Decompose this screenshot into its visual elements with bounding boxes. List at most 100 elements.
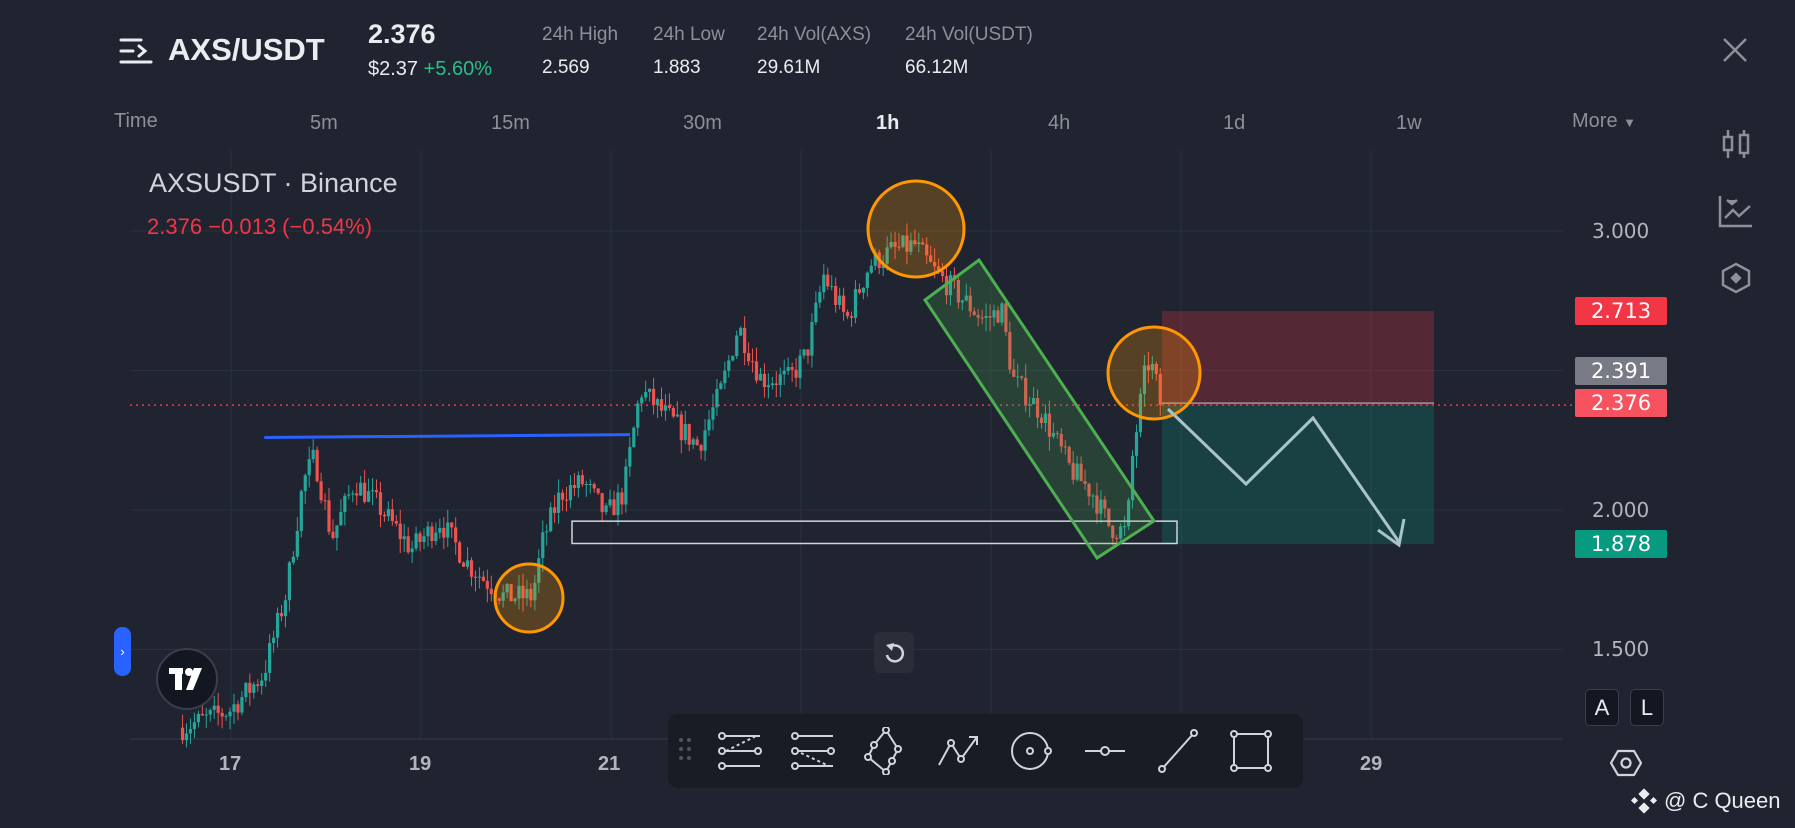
circle-tool-icon[interactable] xyxy=(1007,726,1057,776)
candle xyxy=(374,490,379,493)
target-price-label: 1.878 xyxy=(1575,530,1667,558)
settings-hexagon-icon[interactable] xyxy=(1720,262,1752,299)
candle xyxy=(762,373,767,388)
candle xyxy=(703,430,707,451)
indicator-chart-icon[interactable] xyxy=(1718,194,1754,233)
pair-title[interactable]: AXS/USDT xyxy=(168,32,325,68)
log-scale-button[interactable]: L xyxy=(1630,689,1664,726)
candle xyxy=(232,704,236,712)
candle xyxy=(727,360,731,371)
date-tick: 19 xyxy=(409,753,432,775)
candle xyxy=(549,507,553,532)
stat-value: 66.12M xyxy=(905,57,969,78)
stop-price-label: 2.713 xyxy=(1575,297,1667,325)
candle xyxy=(382,514,387,517)
chart-canvas[interactable] xyxy=(0,150,1575,770)
candle xyxy=(418,533,422,543)
candle xyxy=(220,712,224,717)
candle xyxy=(810,322,814,356)
tab-time[interactable]: Time xyxy=(114,110,158,133)
price-tick: 1.500 xyxy=(1592,637,1650,661)
drag-handle-icon[interactable] xyxy=(678,737,692,766)
candle xyxy=(640,397,644,404)
candle xyxy=(798,355,802,378)
candle xyxy=(739,327,743,336)
tab-1h[interactable]: 1h xyxy=(876,112,899,135)
candle xyxy=(307,459,311,476)
candle xyxy=(541,532,545,559)
candle xyxy=(450,522,454,528)
candle xyxy=(695,439,699,446)
candle xyxy=(671,407,675,417)
tab-4h[interactable]: 4h xyxy=(1048,112,1070,135)
candle xyxy=(252,684,256,693)
tab-1d[interactable]: 1d xyxy=(1223,112,1245,135)
candle xyxy=(438,527,442,533)
close-icon[interactable] xyxy=(1722,37,1748,63)
candle xyxy=(632,427,636,448)
pattern-tool-icon[interactable] xyxy=(861,726,911,776)
candle xyxy=(834,286,838,306)
candle xyxy=(711,407,715,420)
candle xyxy=(271,637,276,644)
take-profit-zone xyxy=(1162,405,1434,545)
tab-30m[interactable]: 30m xyxy=(683,112,722,135)
candle xyxy=(794,369,798,378)
candle xyxy=(553,507,557,513)
price-tick: 2.000 xyxy=(1592,498,1650,522)
date-tick: 21 xyxy=(598,753,621,775)
menu-icon[interactable] xyxy=(119,37,153,65)
parallel-channel-tool-icon[interactable] xyxy=(715,726,765,776)
candle xyxy=(584,484,588,486)
candle xyxy=(216,705,220,713)
candle xyxy=(196,713,200,723)
candlestick-icon[interactable] xyxy=(1720,128,1752,165)
candle xyxy=(841,295,846,312)
candle xyxy=(228,711,232,717)
candle xyxy=(188,729,193,734)
path-arrow-tool-icon[interactable] xyxy=(934,726,984,776)
legend-symbol: AXSUSDT · Binance xyxy=(149,168,398,198)
high-price-label: 2.391 xyxy=(1575,357,1667,385)
last-price-label: 2.376 xyxy=(1575,389,1667,417)
resistance-trendline xyxy=(264,433,631,439)
tab-1w[interactable]: 1w xyxy=(1396,112,1422,135)
rectangle-tool-icon[interactable] xyxy=(1226,726,1276,776)
candle xyxy=(378,492,383,515)
candle xyxy=(291,556,295,563)
tradingview-logo[interactable] xyxy=(156,648,218,710)
candle xyxy=(1134,432,1139,456)
tab-15m[interactable]: 15m xyxy=(491,112,530,135)
candle xyxy=(370,490,375,492)
more-dropdown[interactable]: More ▼ xyxy=(1572,110,1636,133)
candle xyxy=(628,447,632,467)
candle xyxy=(644,391,648,398)
chart-settings-icon[interactable] xyxy=(1609,749,1643,782)
candle xyxy=(869,265,873,273)
tab-5m[interactable]: 5m xyxy=(310,112,338,135)
candle xyxy=(719,383,723,389)
binance-logo-icon xyxy=(1630,788,1658,814)
fib-retracement-tool-icon[interactable] xyxy=(788,726,838,776)
candle xyxy=(683,424,687,441)
candle xyxy=(410,548,414,553)
candle xyxy=(319,481,323,501)
candle xyxy=(426,526,430,537)
reset-view-button[interactable] xyxy=(874,632,914,673)
candle xyxy=(545,531,549,533)
candle xyxy=(735,335,739,357)
candle xyxy=(707,419,711,431)
horizontal-ray-tool-icon[interactable] xyxy=(1080,726,1130,776)
candle xyxy=(940,270,945,277)
stat-label: 24h High xyxy=(542,24,619,45)
side-panel-toggle[interactable]: › xyxy=(114,627,131,676)
auto-scale-button[interactable]: A xyxy=(1585,689,1619,726)
candle xyxy=(469,560,474,577)
usd-price: $2.37 +5.60% xyxy=(368,58,492,81)
trend-line-tool-icon[interactable] xyxy=(1153,726,1203,776)
candle xyxy=(560,492,565,500)
candle xyxy=(260,680,264,686)
stop-loss-zone xyxy=(1162,311,1434,406)
candle xyxy=(655,399,660,406)
candle xyxy=(287,562,292,601)
